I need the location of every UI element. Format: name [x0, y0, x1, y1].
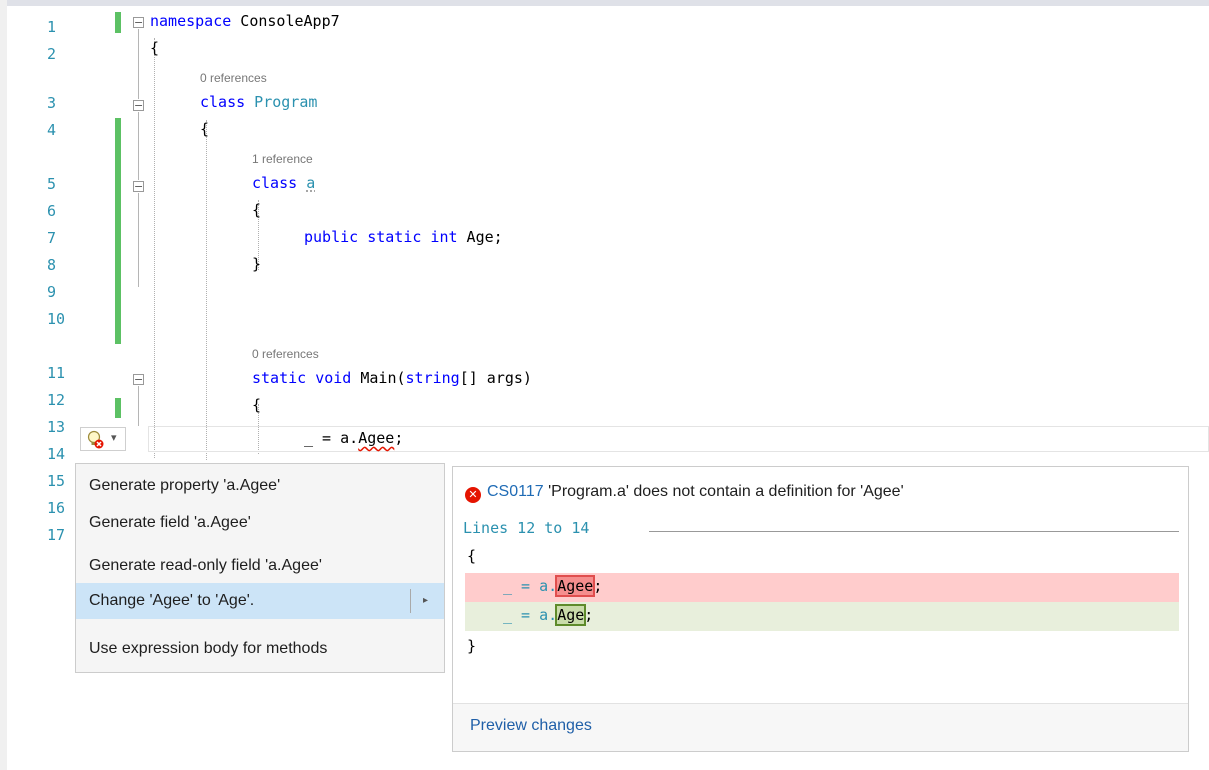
- chevron-down-icon[interactable]: ▾: [111, 431, 117, 444]
- collapse-main-toggle[interactable]: −: [133, 374, 144, 385]
- line-number: 8: [47, 256, 57, 274]
- line-number: 1: [47, 18, 57, 36]
- keyword: string: [405, 369, 460, 387]
- keyword: class: [252, 174, 298, 192]
- error-icon: ✕: [465, 487, 481, 503]
- identifier: Age;: [457, 228, 503, 246]
- submenu-arrow-icon[interactable]: ▸: [410, 589, 440, 613]
- code-text: ;: [593, 577, 603, 595]
- line-number: 10: [47, 310, 66, 328]
- codelens-references[interactable]: 0 references: [252, 347, 319, 361]
- code-line[interactable]: class a: [252, 174, 315, 192]
- indent-guide: [154, 38, 155, 458]
- lines-range-label: Lines 12 to 14: [463, 519, 590, 537]
- fix-preview-pane: ✕ CS0117 'Program.a' does not contain a d…: [452, 466, 1189, 752]
- change-bar: [115, 118, 121, 344]
- added-code-line: _ = a.Age;: [503, 604, 594, 626]
- menu-item-generate-readonly-field[interactable]: Generate read-only field 'a.Agee': [76, 548, 444, 584]
- quick-actions-lightbulb-button[interactable]: ▾: [80, 427, 126, 451]
- line-number: 9: [47, 283, 57, 301]
- code-line[interactable]: }: [252, 255, 261, 273]
- code-text: ;: [394, 429, 404, 447]
- codelens-references[interactable]: 0 references: [200, 71, 267, 85]
- code-line[interactable]: static void Main(string[] args): [252, 369, 532, 387]
- identifier: Main(: [351, 369, 406, 387]
- error-message: 'Program.a' does not contain a definitio…: [543, 483, 904, 500]
- line-number: 6: [47, 202, 57, 220]
- keyword: static void: [252, 369, 352, 387]
- identifier: a: [306, 174, 316, 192]
- fold-line: [138, 112, 139, 180]
- preview-code-line: {: [467, 547, 477, 565]
- fold-line: [138, 29, 139, 99]
- codelens-references[interactable]: 1 reference: [252, 152, 313, 166]
- menu-item-change-agee-to-age[interactable]: Change 'Agee' to 'Age'. ▸: [76, 583, 444, 619]
- error-squiggle[interactable]: Agee: [358, 429, 394, 447]
- collapse-namespace-toggle[interactable]: −: [133, 17, 144, 28]
- line-number: 12: [47, 391, 66, 409]
- code-line[interactable]: class Program: [200, 93, 317, 111]
- editor-left-edge: [0, 0, 7, 770]
- preview-changes-link[interactable]: Preview changes: [470, 717, 592, 735]
- editor-top-border: [0, 0, 1209, 6]
- code-line[interactable]: namespace ConsoleApp7: [150, 12, 340, 30]
- change-bar: [115, 12, 121, 33]
- code-line[interactable]: {: [200, 120, 209, 138]
- indent-guide: [206, 120, 207, 460]
- change-bar: [115, 398, 121, 418]
- keyword: namespace: [150, 12, 232, 30]
- identifier: Program: [245, 93, 318, 111]
- line-number: 11: [47, 364, 66, 382]
- keyword: class: [200, 93, 246, 111]
- fold-line: [138, 386, 139, 426]
- code-line[interactable]: public static int Age;: [304, 228, 503, 246]
- menu-item-label: Change 'Agee' to 'Age'.: [89, 592, 255, 609]
- identifier: ConsoleApp7: [231, 12, 340, 30]
- quick-actions-menu: Generate property 'a.Agee' Generate fiel…: [75, 463, 445, 673]
- menu-item-expression-body[interactable]: Use expression body for methods: [76, 631, 444, 667]
- line-number: 5: [47, 175, 57, 193]
- collapse-class-a-toggle[interactable]: −: [133, 181, 144, 192]
- code-line[interactable]: {: [150, 39, 159, 57]
- line-number: 3: [47, 94, 57, 112]
- identifier: [] args): [459, 369, 532, 387]
- line-number: 7: [47, 229, 57, 247]
- code-text: _ = a.: [503, 577, 558, 595]
- error-summary: ✕ CS0117 'Program.a' does not contain a d…: [465, 483, 904, 503]
- removed-token: Agee: [555, 575, 596, 597]
- code-line[interactable]: {: [252, 201, 261, 219]
- fold-line: [138, 193, 139, 287]
- removed-code-line: _ = a.Agee;: [503, 575, 603, 597]
- keyword: public static int: [304, 228, 458, 246]
- lightbulb-error-icon: [86, 430, 106, 454]
- collapse-class-program-toggle[interactable]: −: [133, 100, 144, 111]
- code-text: _ = a.: [503, 606, 558, 624]
- preview-footer: Preview changes: [453, 704, 1188, 751]
- code-line[interactable]: {: [252, 396, 261, 414]
- error-code-link[interactable]: CS0117: [487, 483, 544, 500]
- code-text: ;: [584, 606, 594, 624]
- menu-item-generate-property[interactable]: Generate property 'a.Agee': [76, 468, 444, 504]
- code-text: _ = a.: [304, 429, 359, 447]
- divider: [649, 531, 1179, 532]
- line-number: 4: [47, 121, 57, 139]
- code-line-error[interactable]: _ = a.Agee;: [304, 429, 403, 447]
- menu-item-generate-field[interactable]: Generate field 'a.Agee': [76, 505, 444, 541]
- added-token: Age: [555, 604, 587, 626]
- preview-code-line: }: [467, 637, 477, 655]
- line-number: 2: [47, 45, 57, 63]
